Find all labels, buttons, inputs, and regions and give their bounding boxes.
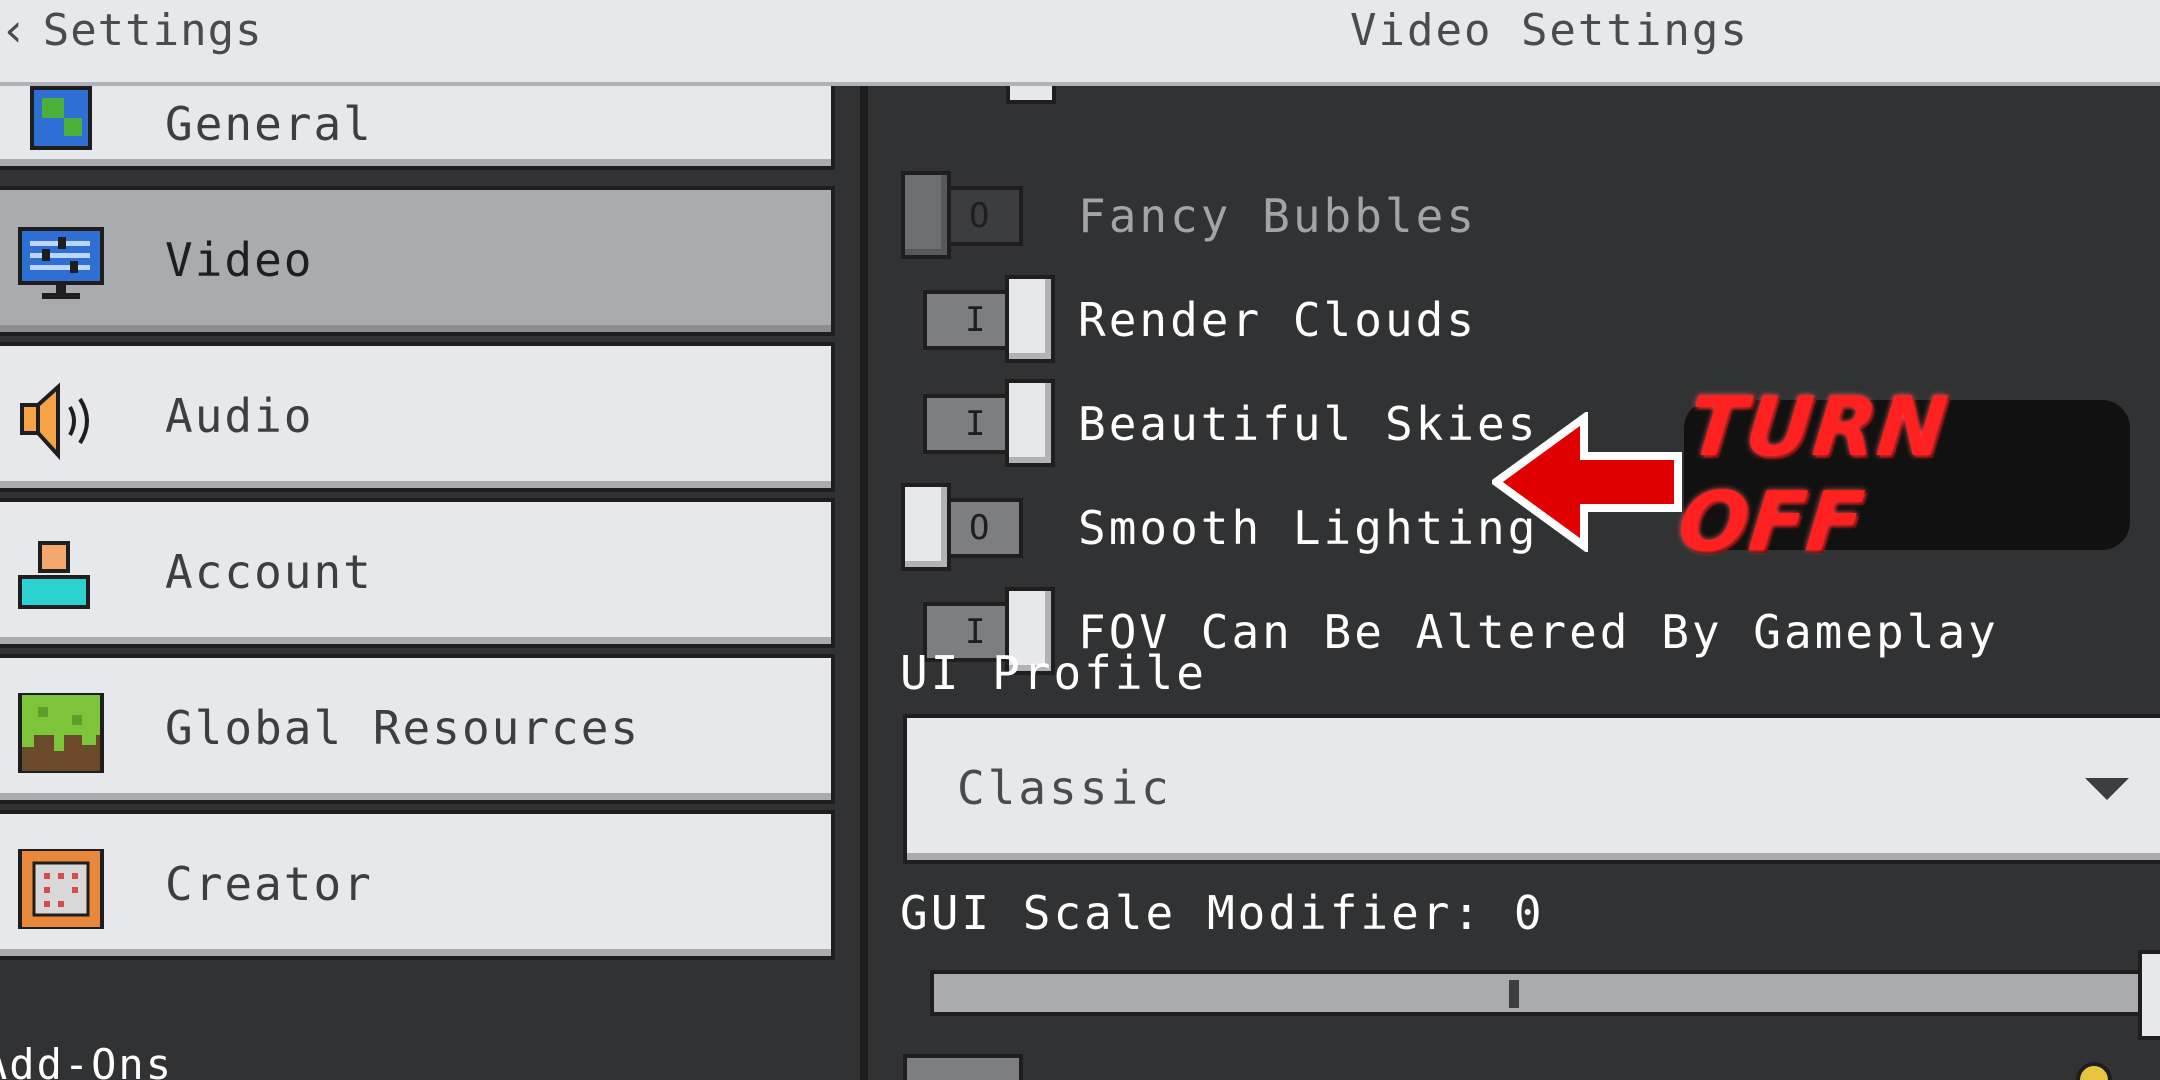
toggle-knob (1005, 275, 1055, 363)
toggle-label: Fancy Bubbles (1078, 189, 1478, 243)
slider-tick (1509, 980, 1519, 1008)
top-bar: ‹ Settings Video Settings (0, 0, 2160, 86)
chevron-down-icon (2085, 778, 2129, 800)
globe-icon (30, 86, 92, 150)
account-icon (18, 541, 90, 609)
back-button[interactable]: ‹ Settings (0, 0, 263, 60)
toggle-label: Beautiful Skies (1078, 397, 1539, 451)
sidebar-item-label: Audio (165, 389, 314, 443)
sidebar-item-creator[interactable]: Creator (0, 810, 835, 960)
toggle-knob (901, 483, 951, 571)
toggle-label: Smooth Lighting (1078, 501, 1539, 555)
gui-scale-slider-handle[interactable] (2138, 950, 2160, 1040)
ui-profile-dropdown[interactable]: Classic (903, 714, 2160, 864)
sidebar-item-label: Account (165, 545, 373, 599)
sidebar-item-label: General (165, 97, 373, 151)
panel-divider (860, 86, 868, 1080)
command-block-icon (18, 849, 104, 929)
back-button-label: Settings (42, 4, 263, 56)
turn-off-callout-badge: TURN OFF (1674, 380, 2130, 570)
toggle-label: Render Clouds (1078, 293, 1478, 347)
gui-scale-slider[interactable] (930, 970, 2160, 1016)
ui-profile-selected-value: Classic (957, 761, 1172, 815)
clipped-toggle-knob (1006, 86, 1056, 104)
sidebar-item-account[interactable]: Account (0, 498, 835, 648)
sidebar-item-video[interactable]: Video (0, 186, 835, 336)
gui-scale-label: GUI Scale Modifier: 0 (900, 886, 1545, 940)
chevron-left-icon: ‹ (0, 3, 29, 57)
speaker-icon (20, 382, 89, 461)
sidebar-item-general[interactable]: General (0, 86, 835, 170)
sidebar-item-global-resources[interactable]: Global Resources (0, 654, 835, 804)
toggle-knob (901, 171, 951, 259)
info-icon[interactable] (2076, 1062, 2112, 1080)
sidebar-item-label: Global Resources (165, 701, 641, 755)
turn-off-callout-text: TURN OFF (1674, 380, 1953, 570)
toggle-knob (1005, 379, 1055, 467)
toggle-row-fancy-bubbles: O Fancy Bubbles (868, 171, 2068, 261)
toggle-label: FOV Can Be Altered By Gameplay (1078, 605, 1999, 659)
page-title: Video Settings (1350, 4, 1749, 56)
addons-section-heading: Add-Ons (0, 1040, 174, 1080)
clipped-bottom-toggle[interactable] (903, 1054, 1023, 1080)
monitor-icon (18, 227, 104, 299)
sidebar-item-audio[interactable]: Audio (0, 342, 835, 492)
sidebar-item-label: Creator (165, 857, 373, 911)
callout-arrow-icon (1492, 412, 1682, 552)
grass-block-icon (18, 693, 104, 773)
ui-profile-label: UI Profile (900, 646, 1207, 700)
toggle-row-render-clouds: I Render Clouds (868, 275, 2068, 365)
sidebar-item-label: Video (165, 233, 314, 287)
video-settings-panel: O Fancy Bubbles I Render Clouds I Beauti… (868, 86, 2160, 1080)
settings-sidebar: General Video Audio Account Global Resou… (0, 86, 860, 1080)
